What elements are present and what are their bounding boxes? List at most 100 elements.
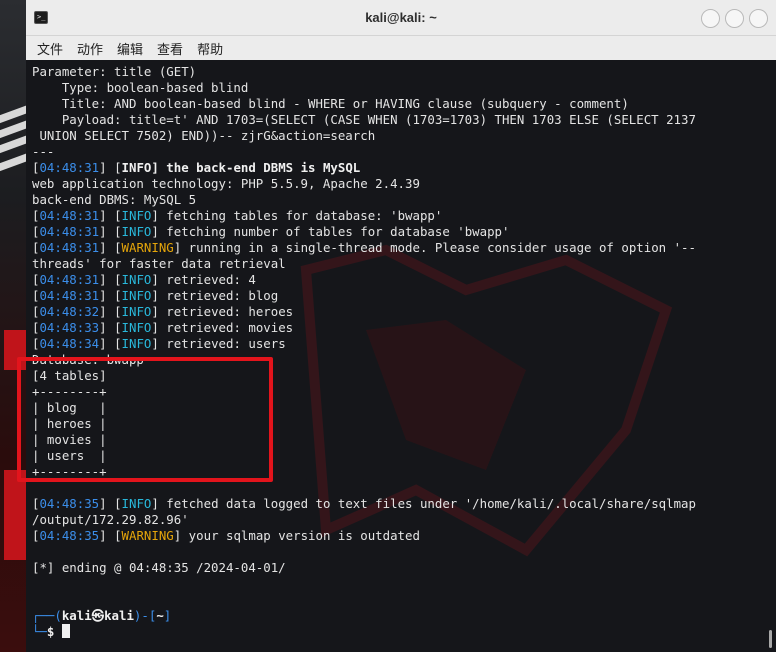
terminal-text: └─: [32, 624, 47, 639]
menu-edit[interactable]: 编辑: [117, 39, 143, 58]
minimize-button[interactable]: [701, 9, 720, 28]
terminal-text: back-end DBMS: MySQL 5: [32, 192, 197, 207]
terminal-text: INFO: [121, 304, 152, 319]
terminal-line: Parameter: title (GET): [32, 64, 762, 80]
terminal-line: UNION SELECT 7502) END))-- zjrG&action=s…: [32, 128, 762, 144]
terminal-line: [04:48:35] [WARNING] your sqlmap version…: [32, 528, 762, 544]
terminal-text: threads' for faster data retrieval: [32, 256, 286, 271]
terminal-text: ] [: [99, 208, 122, 223]
terminal-text: ] [: [99, 160, 122, 175]
terminal-text: ] [: [99, 288, 122, 303]
terminal-icon: >_: [34, 11, 48, 24]
terminal-text: ] [: [99, 224, 122, 239]
terminal-text: INFO: [121, 336, 152, 351]
highlight-box: [17, 357, 273, 482]
terminal-text: ---: [32, 144, 55, 159]
terminal-text: ] [: [99, 240, 122, 255]
terminal-text: kali㉿kali: [61, 608, 134, 623]
desktop-stripe: [0, 134, 28, 154]
terminal-text: ] [: [99, 272, 122, 287]
terminal-text: 04:48:31: [39, 208, 100, 223]
terminal-line: Payload: title=t' AND 1703=(SELECT (CASE…: [32, 112, 762, 128]
menu-action[interactable]: 动作: [77, 39, 103, 58]
terminal-line: ---: [32, 144, 762, 160]
terminal-text: ┌──(: [32, 608, 62, 623]
terminal-text: 04:48:31: [39, 288, 100, 303]
close-button[interactable]: [749, 9, 768, 28]
terminal-line: ┌──(kali㉿kali)-[~]: [32, 608, 762, 624]
terminal-line: [04:48:32] [INFO] retrieved: heroes: [32, 304, 762, 320]
terminal-text: ] [: [99, 336, 122, 351]
window-controls: [701, 9, 768, 28]
terminal-text: ] [: [99, 496, 122, 511]
terminal-line: threads' for faster data retrieval: [32, 256, 762, 272]
terminal-line: [04:48:33] [INFO] retrieved: movies: [32, 320, 762, 336]
terminal-text: 04:48:31: [39, 272, 100, 287]
terminal-line: [*] ending @ 04:48:35 /2024-04-01/: [32, 560, 762, 576]
terminal-line: Type: boolean-based blind: [32, 80, 762, 96]
terminal-text: ] your sqlmap version is outdated: [173, 528, 420, 543]
terminal-text: ] [: [99, 528, 122, 543]
terminal-text: INFO: [121, 160, 152, 175]
terminal-scrollbar[interactable]: [769, 630, 772, 648]
terminal-text: ] [: [99, 304, 122, 319]
terminal-text: ~: [156, 608, 164, 623]
terminal-text: )-[: [133, 608, 157, 623]
terminal-text: ] retrieved: users: [151, 336, 286, 351]
menu-help[interactable]: 帮助: [197, 39, 223, 58]
terminal-text: INFO: [121, 320, 152, 335]
terminal-text: web application technology: PHP 5.5.9, A…: [32, 176, 420, 191]
menu-bar: 文件 动作 编辑 查看 帮助: [26, 36, 776, 60]
terminal-text: ] running in a single-thread mode. Pleas…: [173, 240, 696, 255]
terminal-text: $: [46, 624, 62, 639]
terminal-text: 04:48:32: [39, 304, 100, 319]
terminal-text: ] the back-end DBMS is MySQL: [151, 160, 361, 175]
terminal-line: [04:48:31] [WARNING] running in a single…: [32, 240, 762, 256]
terminal-text: ] retrieved: blog: [151, 288, 279, 303]
terminal-text: UNION SELECT 7502) END))-- zjrG&action=s…: [32, 128, 376, 143]
menu-file[interactable]: 文件: [37, 39, 63, 58]
terminal-text: [*] ending @ 04:48:35 /2024-04-01/: [32, 560, 286, 575]
terminal-text: Parameter: title (GET): [32, 64, 197, 79]
terminal-text: WARNING: [121, 240, 174, 255]
terminal-text: ] retrieved: 4: [151, 272, 256, 287]
terminal-line: [04:48:35] [INFO] fetched data logged to…: [32, 496, 762, 512]
terminal-area[interactable]: Parameter: title (GET) Type: boolean-bas…: [26, 60, 776, 652]
terminal-text: 04:48:34: [39, 336, 100, 351]
desktop-red-shape: [4, 470, 26, 560]
terminal-text: INFO: [121, 288, 152, 303]
terminal-text: 04:48:31: [39, 224, 100, 239]
terminal-text: ] fetching number of tables for database…: [151, 224, 510, 239]
terminal-text: ] fetched data logged to text files unde…: [151, 496, 696, 511]
maximize-button[interactable]: [725, 9, 744, 28]
terminal-output: Parameter: title (GET) Type: boolean-bas…: [32, 64, 762, 640]
terminal-line: └─$: [32, 624, 762, 640]
terminal-text: 04:48:33: [39, 320, 100, 335]
terminal-line: [04:48:31] [INFO] retrieved: blog: [32, 288, 762, 304]
desktop-background: [0, 0, 28, 652]
terminal-text: 04:48:35: [39, 528, 100, 543]
terminal-line: web application technology: PHP 5.5.9, A…: [32, 176, 762, 192]
terminal-text: INFO: [121, 272, 152, 287]
desktop-stripe: [0, 152, 28, 172]
terminal-line: [04:48:31] [INFO] the back-end DBMS is M…: [32, 160, 762, 176]
window-titlebar[interactable]: >_ kali@kali: ~: [26, 0, 776, 36]
terminal-text: /output/172.29.82.96': [32, 512, 189, 527]
terminal-line: Title: AND boolean-based blind - WHERE o…: [32, 96, 762, 112]
terminal-text: ]: [163, 608, 172, 623]
terminal-text: INFO: [121, 208, 152, 223]
terminal-text: Title: AND boolean-based blind - WHERE o…: [32, 96, 629, 111]
terminal-text: ] retrieved: movies: [151, 320, 294, 335]
terminal-text: INFO: [121, 496, 152, 511]
menu-view[interactable]: 查看: [157, 39, 183, 58]
terminal-line: back-end DBMS: MySQL 5: [32, 192, 762, 208]
terminal-text: Payload: title=t' AND 1703=(SELECT (CASE…: [32, 112, 696, 127]
terminal-line: [04:48:31] [INFO] retrieved: 4: [32, 272, 762, 288]
terminal-line: [04:48:34] [INFO] retrieved: users: [32, 336, 762, 352]
terminal-text: ] [: [99, 320, 122, 335]
terminal-text: WARNING: [121, 528, 174, 543]
